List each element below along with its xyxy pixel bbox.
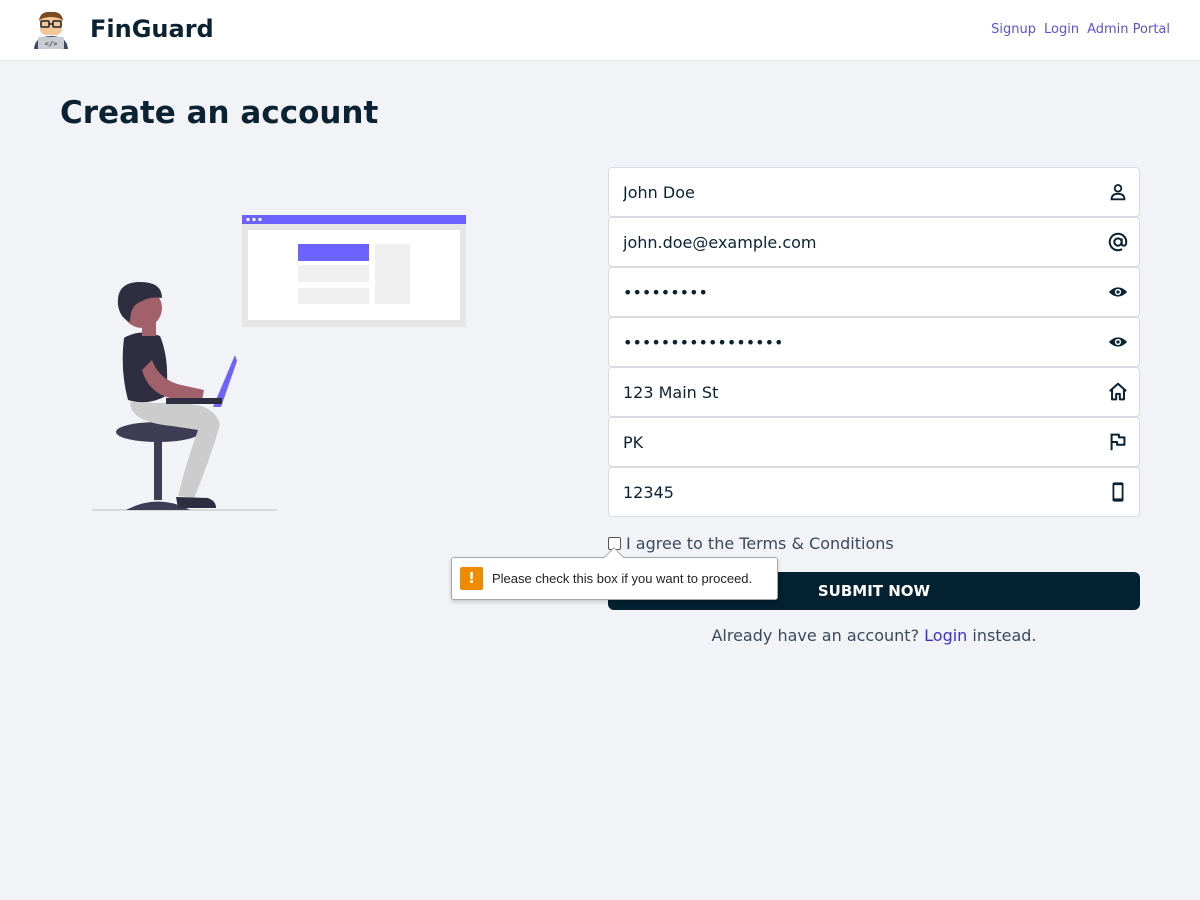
brand-name: FinGuard: [90, 15, 214, 43]
flag-icon: [1110, 433, 1126, 451]
terms-row: I agree to the Terms & Conditions: [608, 534, 894, 553]
nav-login-link[interactable]: Login: [1044, 22, 1079, 37]
nav-signup-link[interactable]: Signup: [991, 22, 1036, 37]
password-field: [608, 267, 1140, 317]
email-input[interactable]: [609, 218, 1139, 266]
login-prompt: Already have an account? Login instead.: [608, 626, 1140, 645]
eye-icon[interactable]: [1107, 331, 1129, 353]
svg-text:</>: </>: [45, 40, 58, 48]
country-field: [608, 417, 1140, 467]
address-field: [608, 367, 1140, 417]
warning-icon: !: [460, 567, 483, 590]
login-prefix-text: Already have an account?: [711, 626, 920, 645]
terms-label[interactable]: I agree to the Terms & Conditions: [626, 534, 894, 553]
top-nav: Signup Login Admin Portal: [991, 22, 1170, 37]
address-input[interactable]: [609, 368, 1139, 416]
password-input[interactable]: [609, 268, 1139, 316]
confirm-password-field: [608, 317, 1140, 367]
email-field: [608, 217, 1140, 267]
home-icon: [1109, 382, 1127, 401]
page-title: Create an account: [60, 95, 379, 131]
developer-logo-icon: </>: [34, 11, 68, 49]
user-icon: [1110, 184, 1126, 201]
phone-field: [608, 467, 1140, 517]
confirm-password-input[interactable]: [609, 318, 1139, 366]
signup-illustration: [92, 215, 466, 511]
login-suffix-text: instead.: [972, 626, 1037, 645]
signup-form: [608, 167, 1140, 517]
top-header: </> FinGuard Signup Login Admin Portal: [0, 0, 1200, 61]
login-link[interactable]: Login: [924, 626, 967, 645]
at-icon: [1108, 232, 1128, 252]
eye-icon[interactable]: [1107, 281, 1129, 303]
full-name-field: [608, 167, 1140, 217]
mobile-icon: [1112, 482, 1124, 502]
phone-input[interactable]: [609, 468, 1139, 516]
validation-tooltip: ! Please check this box if you want to p…: [451, 547, 778, 600]
nav-admin-portal-link[interactable]: Admin Portal: [1087, 22, 1170, 37]
full-name-input[interactable]: [609, 168, 1139, 216]
country-input[interactable]: [609, 418, 1139, 466]
validation-message: Please check this box if you want to pro…: [492, 571, 753, 586]
